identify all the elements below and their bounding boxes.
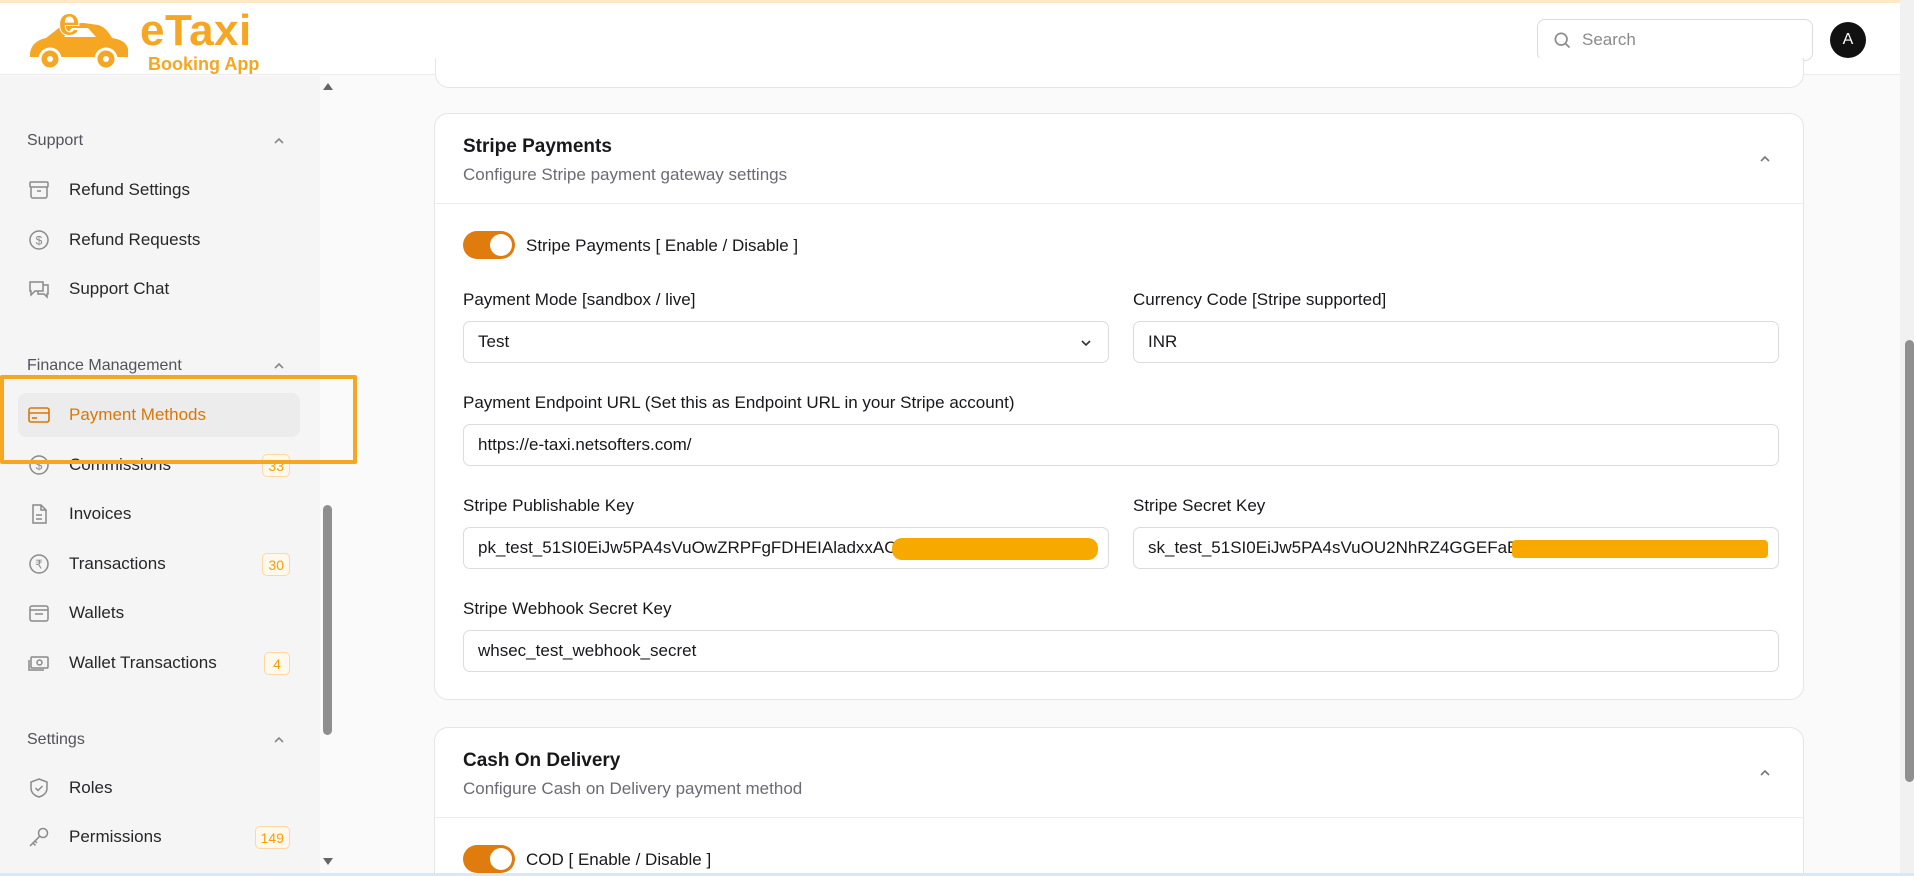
endpoint-url-label: Payment Endpoint URL (Set this as Endpoi… [463,393,1015,412]
cod-toggle-label: COD [ Enable / Disable ] [526,850,712,869]
user-avatar[interactable]: A [1830,22,1866,58]
sidebar-heading-support[interactable]: Support [27,132,83,150]
sidebar-item-support-chat[interactable]: Support Chat [18,267,300,311]
chevron-up-icon[interactable] [272,359,286,373]
svg-text:$: $ [36,459,43,473]
main-scrollbar-thumb[interactable] [1905,340,1914,782]
webhook-secret-label: Stripe Webhook Secret Key [463,599,672,618]
dollar-circle-icon: $ [27,228,51,252]
archive-icon [27,178,51,202]
secret-key-label: Stripe Secret Key [1133,496,1266,515]
publishable-key-input[interactable]: pk_test_51SI0EiJw5PA4sVuOwZRPFgFDHEIAlad… [463,527,1109,569]
sidebar-item-permissions[interactable]: Permissions 149 [18,815,300,859]
svg-text:e: e [58,7,80,44]
dollar-circle-icon: $ [27,453,51,477]
endpoint-url-input[interactable]: https://e-taxi.netsofters.com/ [463,424,1779,466]
stripe-card-header[interactable]: Stripe Payments Configure Stripe payment… [435,114,1803,204]
chevron-up-icon[interactable] [272,733,286,747]
cod-card-header[interactable]: Cash On Delivery Configure Cash on Deliv… [435,728,1803,818]
key-icon [27,825,51,849]
logo-subtitle: Booking App [148,54,260,74]
chevron-up-icon[interactable] [1757,151,1773,167]
logo-title: eTaxi [140,6,252,55]
svg-text:$: $ [36,234,43,248]
stripe-payments-card: Stripe Payments Configure Stripe payment… [434,113,1804,700]
payment-mode-label: Payment Mode [sandbox / live] [463,290,696,309]
cod-card: Cash On Delivery Configure Cash on Deliv… [434,727,1804,876]
stripe-toggle-label: Stripe Payments [ Enable / Disable ] [526,236,799,255]
currency-code-value: INR [1148,332,1178,351]
count-badge: 149 [254,826,290,849]
sidebar-heading-finance[interactable]: Finance Management [27,357,182,375]
sidebar-item-refund-requests[interactable]: $ Refund Requests [18,218,300,262]
sidebar-item-label: Wallets [69,603,125,622]
endpoint-url-value: https://e-taxi.netsofters.com/ [478,435,692,454]
sidebar-scroll-up-arrow-icon[interactable] [321,80,335,92]
redaction-mark [892,538,1098,560]
stripe-card-title: Stripe Payments [463,136,612,157]
publishable-key-label: Stripe Publishable Key [463,496,635,515]
credit-card-icon [27,403,51,427]
webhook-secret-value: whsec_test_webhook_secret [478,641,697,660]
search-box[interactable] [1537,19,1813,61]
taxi-logo-icon: e [30,7,128,71]
sidebar-item-payment-methods[interactable]: Payment Methods [18,393,300,437]
sidebar-item-invoices[interactable]: Invoices [18,492,300,536]
sidebar-item-wallet-transactions[interactable]: Wallet Transactions 4 [18,641,300,685]
sidebar-scroll-down-arrow-icon[interactable] [321,856,335,868]
stripe-enable-toggle[interactable] [463,231,515,259]
search-input[interactable] [1582,30,1802,50]
banknote-icon [27,651,51,675]
cod-enable-toggle[interactable] [463,845,515,873]
sidebar-item-label: Refund Requests [69,230,201,249]
count-badge: 4 [264,652,290,675]
redaction-mark [1512,540,1768,558]
rupee-circle-icon: ₹ [27,552,51,576]
cod-card-subtitle: Configure Cash on Delivery payment metho… [463,779,803,798]
stripe-card-subtitle: Configure Stripe payment gateway setting… [463,165,788,184]
sidebar-item-label: Roles [69,778,113,797]
sidebar-item-wallets[interactable]: Wallets [18,591,300,635]
app-logo[interactable]: e eTaxi Booking App [26,7,266,75]
count-badge: 30 [262,553,290,576]
svg-text:₹: ₹ [35,558,43,572]
chevron-up-icon[interactable] [272,134,286,148]
shield-check-icon [27,776,51,800]
sidebar-item-label: Commissions [69,455,172,474]
secret-key-value: sk_test_51SI0EiJw5PA4sVuOU2NhRZ4GGEFaBGt [1148,538,1537,557]
sidebar-item-label: Permissions [69,827,162,846]
currency-code-input[interactable]: INR [1133,321,1779,363]
secret-key-input[interactable]: sk_test_51SI0EiJw5PA4sVuOU2NhRZ4GGEFaBGt [1133,527,1779,569]
sidebar-item-roles[interactable]: Roles [18,766,300,810]
publishable-key-value: pk_test_51SI0EiJw5PA4sVuOwZRPFgFDHEIAlad… [478,538,924,557]
sidebar-heading-settings[interactable]: Settings [27,731,85,749]
previous-card-bottom [435,58,1804,88]
file-icon [27,502,51,526]
sidebar-item-commissions[interactable]: $ Commissions 33 [18,443,300,487]
payment-mode-value: Test [478,332,510,351]
sidebar-item-transactions[interactable]: ₹ Transactions 30 [18,542,300,586]
sidebar-item-label: Invoices [69,504,132,523]
sidebar-item-label: Refund Settings [69,180,190,199]
search-icon [1554,32,1571,49]
sidebar-item-label: Wallet Transactions [69,653,217,672]
sidebar-scrollbar-thumb[interactable] [323,505,332,735]
payment-mode-select[interactable]: Test [463,321,1109,363]
currency-code-label: Currency Code [Stripe supported] [1133,290,1387,309]
webhook-secret-input[interactable]: whsec_test_webhook_secret [463,630,1779,672]
cod-card-title: Cash On Delivery [463,750,621,771]
chevron-down-icon [1081,340,1091,347]
sidebar-item-label: Support Chat [69,279,170,298]
sidebar-item-label: Transactions [69,554,166,573]
chat-icon [27,277,51,301]
sidebar-item-label: Payment Methods [69,405,207,424]
wallet-icon [27,601,51,625]
sidebar-item-refund-settings[interactable]: Refund Settings [18,168,300,212]
chevron-up-icon[interactable] [1757,765,1773,781]
count-badge: 33 [262,454,290,477]
